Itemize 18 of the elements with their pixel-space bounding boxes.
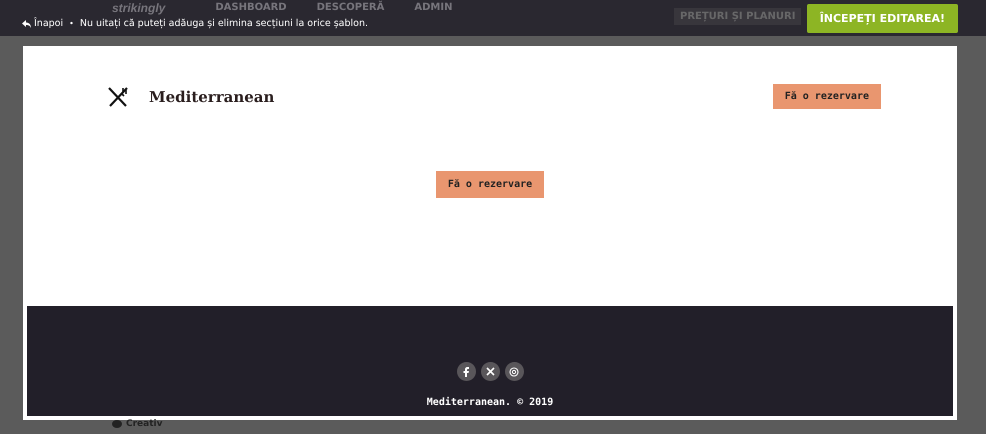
copyright-text: Mediterranean. © 2019 [426, 397, 554, 408]
back-arrow-icon [22, 20, 31, 28]
fork-knife-icon [107, 86, 129, 108]
nav-link[interactable]: DASHBOARD [215, 2, 287, 14]
x-icon[interactable] [480, 362, 500, 381]
email-icon[interactable] [504, 362, 524, 381]
logo[interactable]: strikingly [112, 2, 166, 14]
nav-link[interactable]: ADMIN [414, 2, 452, 14]
separator: • [69, 19, 74, 28]
nav-link[interactable]: DESCOPERĂ [316, 2, 384, 14]
facebook-icon[interactable] [456, 362, 476, 381]
back-link[interactable]: Înapoi [22, 18, 64, 29]
reservation-button[interactable]: Fă o rezervare [772, 84, 881, 109]
start-editing-button[interactable]: ÎNCEPEȚI EDITAREA! [806, 4, 958, 32]
category-label[interactable]: Creativ [126, 419, 162, 429]
brand-name[interactable]: Mediterranean [149, 88, 274, 106]
reservation-button[interactable]: Fă o rezervare [436, 171, 544, 198]
notice-text: Nu uitați că puteți adăuga și elimina secțiuni la orice șablon. [80, 18, 368, 29]
